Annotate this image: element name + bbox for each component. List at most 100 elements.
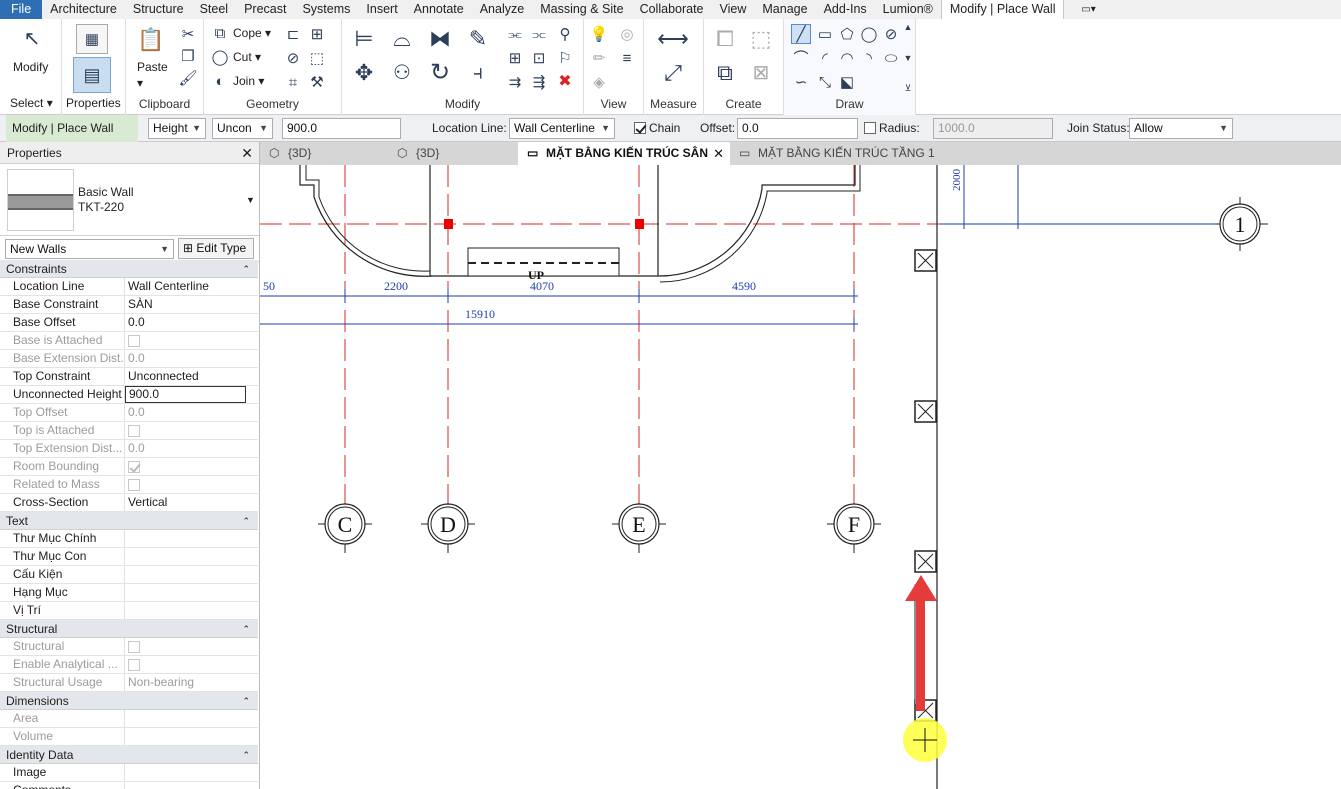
linework-icon[interactable]: ✏ [590,49,608,67]
demolish-icon[interactable]: ⌗ [284,73,302,91]
property-value[interactable]: Unconnected [125,368,258,385]
file-tab[interactable]: File [0,0,43,19]
properties-icon[interactable]: ▤ [73,57,111,93]
select-dropdown[interactable]: Select ▾ [10,95,53,111]
hammer-icon[interactable]: ⚒ [308,73,326,91]
draw-arc-center-icon[interactable]: ◜ [815,48,835,68]
property-value[interactable]: Vertical [125,494,258,511]
offset-input[interactable]: 0.0 [737,118,858,139]
tab-collaborate[interactable]: Collaborate [632,0,712,19]
instance-select[interactable]: New Walls ▼ [5,239,174,259]
trim-single-icon[interactable]: ⇶ [530,73,548,91]
paste-icon[interactable]: 📋 [136,24,166,56]
edit-type-button[interactable]: ⊞ Edit Type [178,238,254,259]
tab-modify-place-wall[interactable]: Modify | Place Wall [940,0,1065,19]
property-group-header[interactable]: Dimensions ⌃ [0,692,258,710]
tab-annotate[interactable]: Annotate [406,0,472,19]
align-icon[interactable]: ⊨ [350,25,378,53]
property-value[interactable]: SÀN [125,296,258,313]
paint-view-icon[interactable]: ◈ [590,73,608,91]
tab-systems[interactable]: Systems [294,0,358,19]
draw-gallery-scroll-icon[interactable]: ▲ ▼ ⊻ [902,23,914,93]
draw-line-icon[interactable]: ╱ [791,24,811,44]
pick-lines-icon[interactable]: ⤡ [815,72,835,92]
collapse-icon[interactable]: ⌃ [242,512,250,530]
cut-button[interactable]: Cut ▾ [233,49,261,65]
trim-extend-icon[interactable]: ⫞ [464,59,492,87]
wall-joins-icon[interactable]: ⊏ [284,25,302,43]
view-tab-3d-1[interactable]: ⬡ {3D} [260,142,388,165]
thin-lines-icon[interactable]: ≡ [618,49,636,67]
collapse-icon[interactable]: ⌃ [242,746,250,764]
scale-icon[interactable]: ⊡ [530,49,548,67]
create-parts-icon[interactable]: ⬚ [746,25,776,53]
property-value[interactable] [125,566,258,583]
join-status-select[interactable]: Allow ▼ [1129,118,1233,139]
copy-icon[interactable]: ⚇ [388,59,416,87]
property-value[interactable] [125,584,258,601]
create-assembly-icon[interactable]: ⧠ [710,25,740,53]
mirror-axis-icon[interactable]: ⧓ [426,25,454,53]
measure-between-icon[interactable]: ⟷ [652,25,694,53]
view-tab-site-plan[interactable]: ▭ MẶT BẰNG KIẾN TRÚC SÂN ✕ [518,142,730,165]
mirror-draw-icon[interactable]: ✎ [464,25,492,53]
height-value-input[interactable]: 900.0 [282,118,401,139]
close-icon[interactable]: ✕ [241,142,253,164]
draw-ellipse-icon[interactable]: ⬭ [881,48,901,68]
top-constraint-select[interactable]: Uncon ▼ [212,118,273,139]
cut-clipboard-icon[interactable]: ✂ [178,25,198,43]
property-value[interactable] [125,782,258,789]
collapse-icon[interactable]: ⌃ [242,620,250,638]
hide-element-icon[interactable]: 💡 [590,25,609,43]
draw-fillet-arc-icon[interactable]: ◝ [859,48,879,68]
modify-button[interactable]: Modify [13,59,48,75]
tab-manage[interactable]: Manage [754,0,815,19]
move-icon[interactable]: ✥ [350,59,378,87]
property-value[interactable]: 0.0 [125,314,258,331]
paste-button[interactable]: Paste ▾ [137,59,168,91]
property-value[interactable]: Wall Centerline [125,278,258,295]
height-mode-select[interactable]: Height ▼ [148,118,206,139]
draw-arc-start-end-icon[interactable]: ⌒ [791,48,811,68]
collapse-icon[interactable]: ⌃ [242,260,250,278]
match-properties-icon[interactable]: 🖌 [178,69,198,87]
tab-precast[interactable]: Precast [236,0,294,19]
array-icon[interactable]: ⊞ [506,49,524,67]
create-group-icon[interactable]: ⧉ [710,59,740,87]
property-group-header[interactable]: Constraints ⌃ [0,260,258,278]
split-element-icon[interactable]: ⫘ [506,25,524,43]
tab-analyze[interactable]: Analyze [472,0,532,19]
offset-icon[interactable]: ⌓ [388,25,416,53]
property-value[interactable] [125,764,258,781]
property-value[interactable] [125,602,258,619]
tab-view[interactable]: View [712,0,755,19]
draw-circumscribed-icon[interactable]: ⊘ [881,24,901,44]
property-group-header[interactable]: Text ⌃ [0,512,258,530]
draw-tangent-arc-icon[interactable]: ◠ [837,48,857,68]
draw-polygon-icon[interactable]: ⬠ [837,24,857,44]
ribbon-display-toggle-icon[interactable]: ▭▾ [1074,0,1102,19]
unpin-icon[interactable]: ⚐ [556,49,574,67]
radius-input[interactable]: 1000.0 [933,118,1053,139]
type-properties-icon[interactable]: ▦ [76,24,108,54]
pin-icon[interactable]: ⚲ [556,25,574,43]
unjoin-icon[interactable]: ⊘ [284,49,302,67]
draw-circle-icon[interactable]: ◯ [859,24,879,44]
rotate-icon[interactable]: ↻ [426,59,454,87]
tab-insert[interactable]: Insert [358,0,405,19]
draw-rectangle-icon[interactable]: ▭ [815,24,835,44]
tab-steel[interactable]: Steel [192,0,237,19]
view-tab-3d-2[interactable]: ⬡ {3D} [388,142,518,165]
property-value[interactable]: 900.0 [125,386,246,403]
type-selector[interactable]: Basic Wall TKT-220 ▼ [0,164,259,236]
join-button[interactable]: Join ▾ [233,73,264,89]
trim-multiple-icon[interactable]: ⇉ [506,73,524,91]
chain-checkbox[interactable]: Chain [634,118,680,139]
aligned-dimension-icon[interactable]: ⤢ [652,59,694,87]
tab-massing-site[interactable]: Massing & Site [532,0,631,19]
split-gap-icon[interactable]: ⫗ [530,25,548,43]
cope-button[interactable]: Cope ▾ [233,25,271,41]
radius-checkbox[interactable]: Radius: [864,118,920,139]
chevron-down-icon[interactable]: ▼ [246,192,255,208]
tab-structure[interactable]: Structure [125,0,192,19]
